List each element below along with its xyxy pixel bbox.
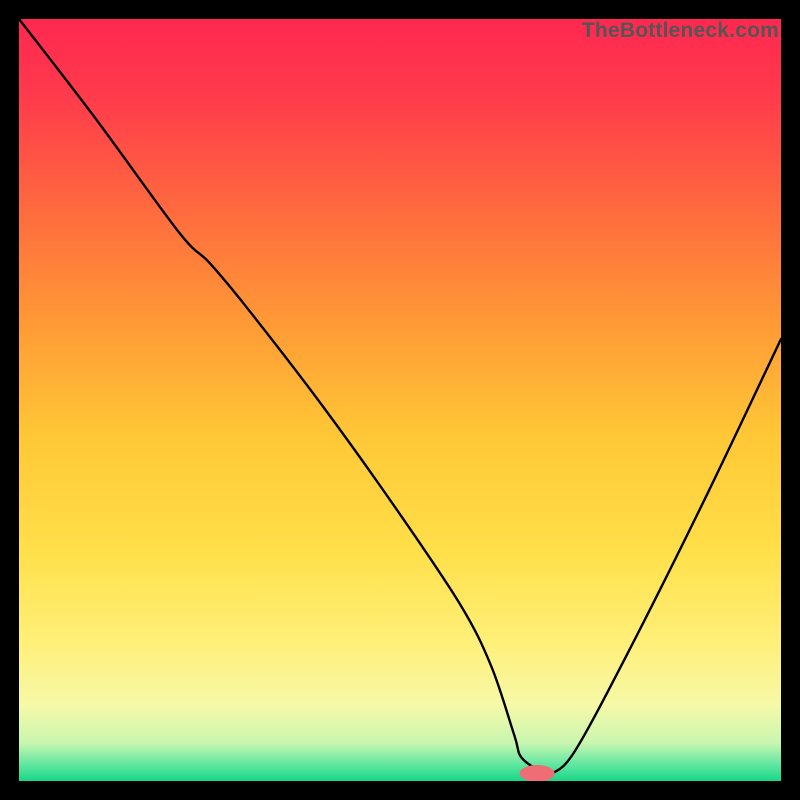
plot-area: TheBottleneck.com xyxy=(19,19,781,781)
chart-frame: TheBottleneck.com xyxy=(0,0,800,800)
optimal-point-marker xyxy=(520,765,555,781)
chart-svg xyxy=(19,19,781,781)
watermark-text: TheBottleneck.com xyxy=(582,19,779,43)
chart-background xyxy=(19,19,781,781)
